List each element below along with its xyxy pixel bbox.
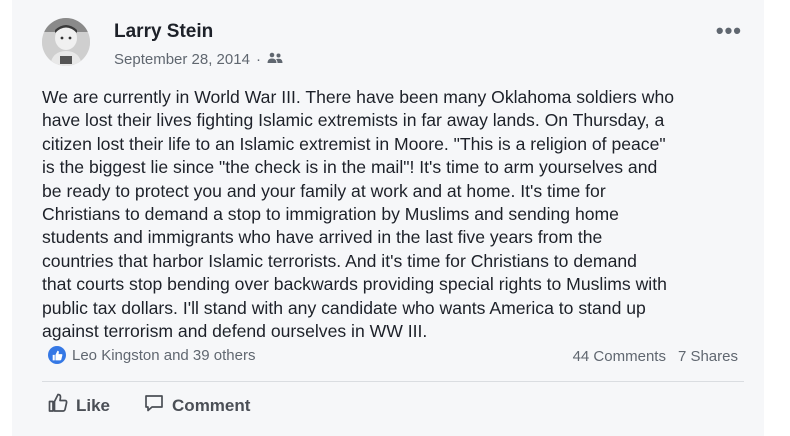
post-text-line: citizen lost their life to an Islamic ex… bbox=[42, 133, 666, 154]
action-bar: Like Comment bbox=[48, 393, 250, 418]
thumbs-up-icon bbox=[48, 393, 68, 418]
shares-count[interactable]: 7 Shares bbox=[678, 348, 738, 365]
meta-separator: · bbox=[255, 51, 261, 68]
post-text-line: students and immigrants who have arrived… bbox=[42, 227, 603, 248]
post-text-line: that courts stop bending over backwards … bbox=[42, 274, 667, 295]
post-meta: September 28, 2014 · bbox=[114, 51, 283, 68]
post-text-line: public tax dollars. I'll stand with any … bbox=[42, 297, 646, 318]
divider bbox=[42, 381, 744, 382]
comment-label: Comment bbox=[172, 395, 251, 415]
author-name[interactable]: Larry Stein bbox=[114, 21, 213, 43]
post-text-line: is the biggest lie since "the check is i… bbox=[42, 157, 658, 178]
more-options-icon[interactable]: ••• bbox=[716, 18, 742, 44]
friends-icon[interactable] bbox=[267, 51, 283, 68]
post-card: Larry Stein September 28, 2014 · ••• We … bbox=[12, 0, 764, 436]
post-text-line: have lost their lives fighting Islamic e… bbox=[42, 110, 665, 131]
post-date[interactable]: September 28, 2014 bbox=[114, 51, 250, 68]
comment-button[interactable]: Comment bbox=[144, 393, 250, 418]
post-text-line: Christians to demand a stop to immigrati… bbox=[42, 204, 619, 225]
post-text-line: countries that harbor Islamic terrorists… bbox=[42, 250, 637, 271]
reactions-summary[interactable]: Leo Kingston and 39 others bbox=[48, 346, 255, 364]
like-button[interactable]: Like bbox=[48, 393, 110, 418]
profile-avatar[interactable] bbox=[42, 18, 90, 66]
like-reaction-icon bbox=[48, 346, 66, 364]
comments-count[interactable]: 44 Comments bbox=[573, 348, 666, 365]
post-text-line: be ready to protect you and your family … bbox=[42, 180, 606, 201]
comment-icon bbox=[144, 393, 164, 418]
post-text-line: We are currently in World War III. There… bbox=[42, 87, 675, 107]
like-label: Like bbox=[76, 395, 111, 415]
post-body: We are currently in World War III. There… bbox=[42, 86, 762, 343]
reactions-text: Leo Kingston and 39 others bbox=[72, 346, 256, 364]
post-text-line: against terrorism and defend ourselves i… bbox=[42, 321, 428, 342]
engagement-counts: 44 Comments 7 Shares bbox=[573, 348, 738, 365]
